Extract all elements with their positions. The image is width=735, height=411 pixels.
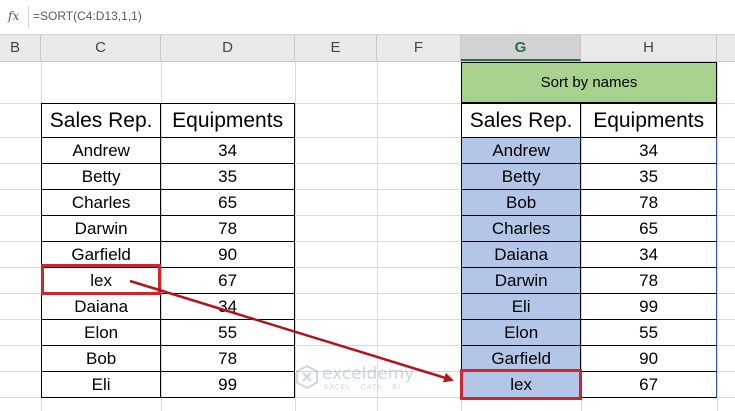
exceldemy-watermark: exceldemy EXCEL · DATA · BI bbox=[296, 362, 446, 392]
value-cell[interactable]: 99 bbox=[580, 293, 717, 320]
table-row: Daiana 34 bbox=[460, 241, 717, 268]
formula-bar-divider bbox=[28, 6, 29, 28]
value-cell[interactable]: 34 bbox=[160, 137, 295, 164]
column-header-b[interactable]: B bbox=[0, 35, 41, 61]
formula-text[interactable]: =SORT(C4:D13,1,1) bbox=[33, 9, 142, 23]
table-row: Garfield 90 bbox=[460, 345, 717, 372]
header-equipments[interactable]: Equipments bbox=[580, 103, 717, 138]
sorted-header-row: Sales Rep. Equipments bbox=[460, 103, 717, 138]
grid-line bbox=[377, 61, 378, 411]
grid-line bbox=[295, 61, 296, 411]
table-row: Betty 35 bbox=[40, 163, 295, 190]
value-cell[interactable]: 90 bbox=[160, 241, 295, 268]
exceldemy-logo-icon bbox=[296, 365, 318, 389]
table-row: Darwin 78 bbox=[40, 215, 295, 242]
value-cell[interactable]: 34 bbox=[580, 137, 717, 164]
table-row: Charles 65 bbox=[460, 215, 717, 242]
column-header-e[interactable]: E bbox=[295, 35, 377, 61]
table-row: Eli 99 bbox=[40, 371, 295, 398]
name-cell[interactable]: Darwin bbox=[460, 267, 582, 294]
table-row: Andrew 34 bbox=[40, 137, 295, 164]
value-cell[interactable]: 34 bbox=[580, 241, 717, 268]
table-row: Elon 55 bbox=[40, 319, 295, 346]
watermark-tagline: EXCEL · DATA · BI bbox=[324, 383, 402, 391]
value-cell[interactable]: 55 bbox=[580, 319, 717, 346]
column-header-f[interactable]: F bbox=[377, 35, 461, 61]
value-cell[interactable]: 67 bbox=[160, 267, 295, 294]
name-cell[interactable]: Elon bbox=[460, 319, 582, 346]
table-row: Charles 65 bbox=[40, 189, 295, 216]
table-row: Betty 35 bbox=[460, 163, 717, 190]
table-row: Bob 78 bbox=[460, 189, 717, 216]
value-cell[interactable]: 78 bbox=[580, 267, 717, 294]
name-cell[interactable]: Daiana bbox=[40, 293, 162, 320]
name-cell[interactable]: Betty bbox=[460, 163, 582, 190]
highlight-sorted-lex bbox=[460, 369, 582, 400]
column-header-bar: B C D E F G H bbox=[0, 35, 735, 62]
grid-line bbox=[717, 61, 718, 411]
source-table: Sales Rep. Equipments Andrew 34 Betty 35 C… bbox=[40, 103, 295, 398]
name-cell[interactable]: Eli bbox=[460, 293, 582, 320]
table-row: Eli 99 bbox=[460, 293, 717, 320]
header-sales-rep[interactable]: Sales Rep. bbox=[460, 103, 582, 138]
value-cell[interactable]: 34 bbox=[160, 293, 295, 320]
formula-bar[interactable]: fx =SORT(C4:D13,1,1) bbox=[0, 0, 735, 35]
name-cell[interactable]: Garfield bbox=[460, 345, 582, 372]
sorted-table: Sales Rep. Equipments Andrew 34 Betty 35 B… bbox=[460, 103, 717, 398]
source-header-row: Sales Rep. Equipments bbox=[40, 103, 295, 138]
name-cell[interactable]: Charles bbox=[460, 215, 582, 242]
name-cell[interactable]: Elon bbox=[40, 319, 162, 346]
value-cell[interactable]: 55 bbox=[160, 319, 295, 346]
column-header-next[interactable] bbox=[717, 35, 735, 61]
highlight-source-lex bbox=[41, 264, 161, 295]
table-row: Darwin 78 bbox=[460, 267, 717, 294]
column-header-g[interactable]: G bbox=[461, 35, 581, 61]
name-cell[interactable]: Darwin bbox=[40, 215, 162, 242]
table-row: Elon 55 bbox=[460, 319, 717, 346]
table-row: Daiana 34 bbox=[40, 293, 295, 320]
value-cell[interactable]: 35 bbox=[580, 163, 717, 190]
sort-by-names-banner[interactable]: Sort by names bbox=[461, 62, 717, 103]
name-cell[interactable]: Bob bbox=[40, 345, 162, 372]
value-cell[interactable]: 35 bbox=[160, 163, 295, 190]
value-cell[interactable]: 67 bbox=[580, 371, 717, 398]
name-cell[interactable]: Charles bbox=[40, 189, 162, 216]
value-cell[interactable]: 78 bbox=[160, 345, 295, 372]
value-cell[interactable]: 65 bbox=[160, 189, 295, 216]
watermark-name: exceldemy bbox=[322, 364, 415, 384]
table-row: Andrew 34 bbox=[460, 137, 717, 164]
value-cell[interactable]: 78 bbox=[580, 189, 717, 216]
name-cell[interactable]: Eli bbox=[40, 371, 162, 398]
header-sales-rep[interactable]: Sales Rep. bbox=[40, 103, 162, 138]
column-header-c[interactable]: C bbox=[41, 35, 161, 61]
name-cell[interactable]: Betty bbox=[40, 163, 162, 190]
header-equipments[interactable]: Equipments bbox=[160, 103, 295, 138]
value-cell[interactable]: 78 bbox=[160, 215, 295, 242]
value-cell[interactable]: 90 bbox=[580, 345, 717, 372]
name-cell[interactable]: Andrew bbox=[40, 137, 162, 164]
column-header-d[interactable]: D bbox=[161, 35, 295, 61]
name-cell[interactable]: Andrew bbox=[460, 137, 582, 164]
name-cell[interactable]: Daiana bbox=[460, 241, 582, 268]
value-cell[interactable]: 99 bbox=[160, 371, 295, 398]
name-cell[interactable]: Bob bbox=[460, 189, 582, 216]
table-row: Bob 78 bbox=[40, 345, 295, 372]
fx-icon[interactable]: fx bbox=[8, 9, 19, 23]
value-cell[interactable]: 65 bbox=[580, 215, 717, 242]
column-header-h[interactable]: H bbox=[581, 35, 717, 61]
